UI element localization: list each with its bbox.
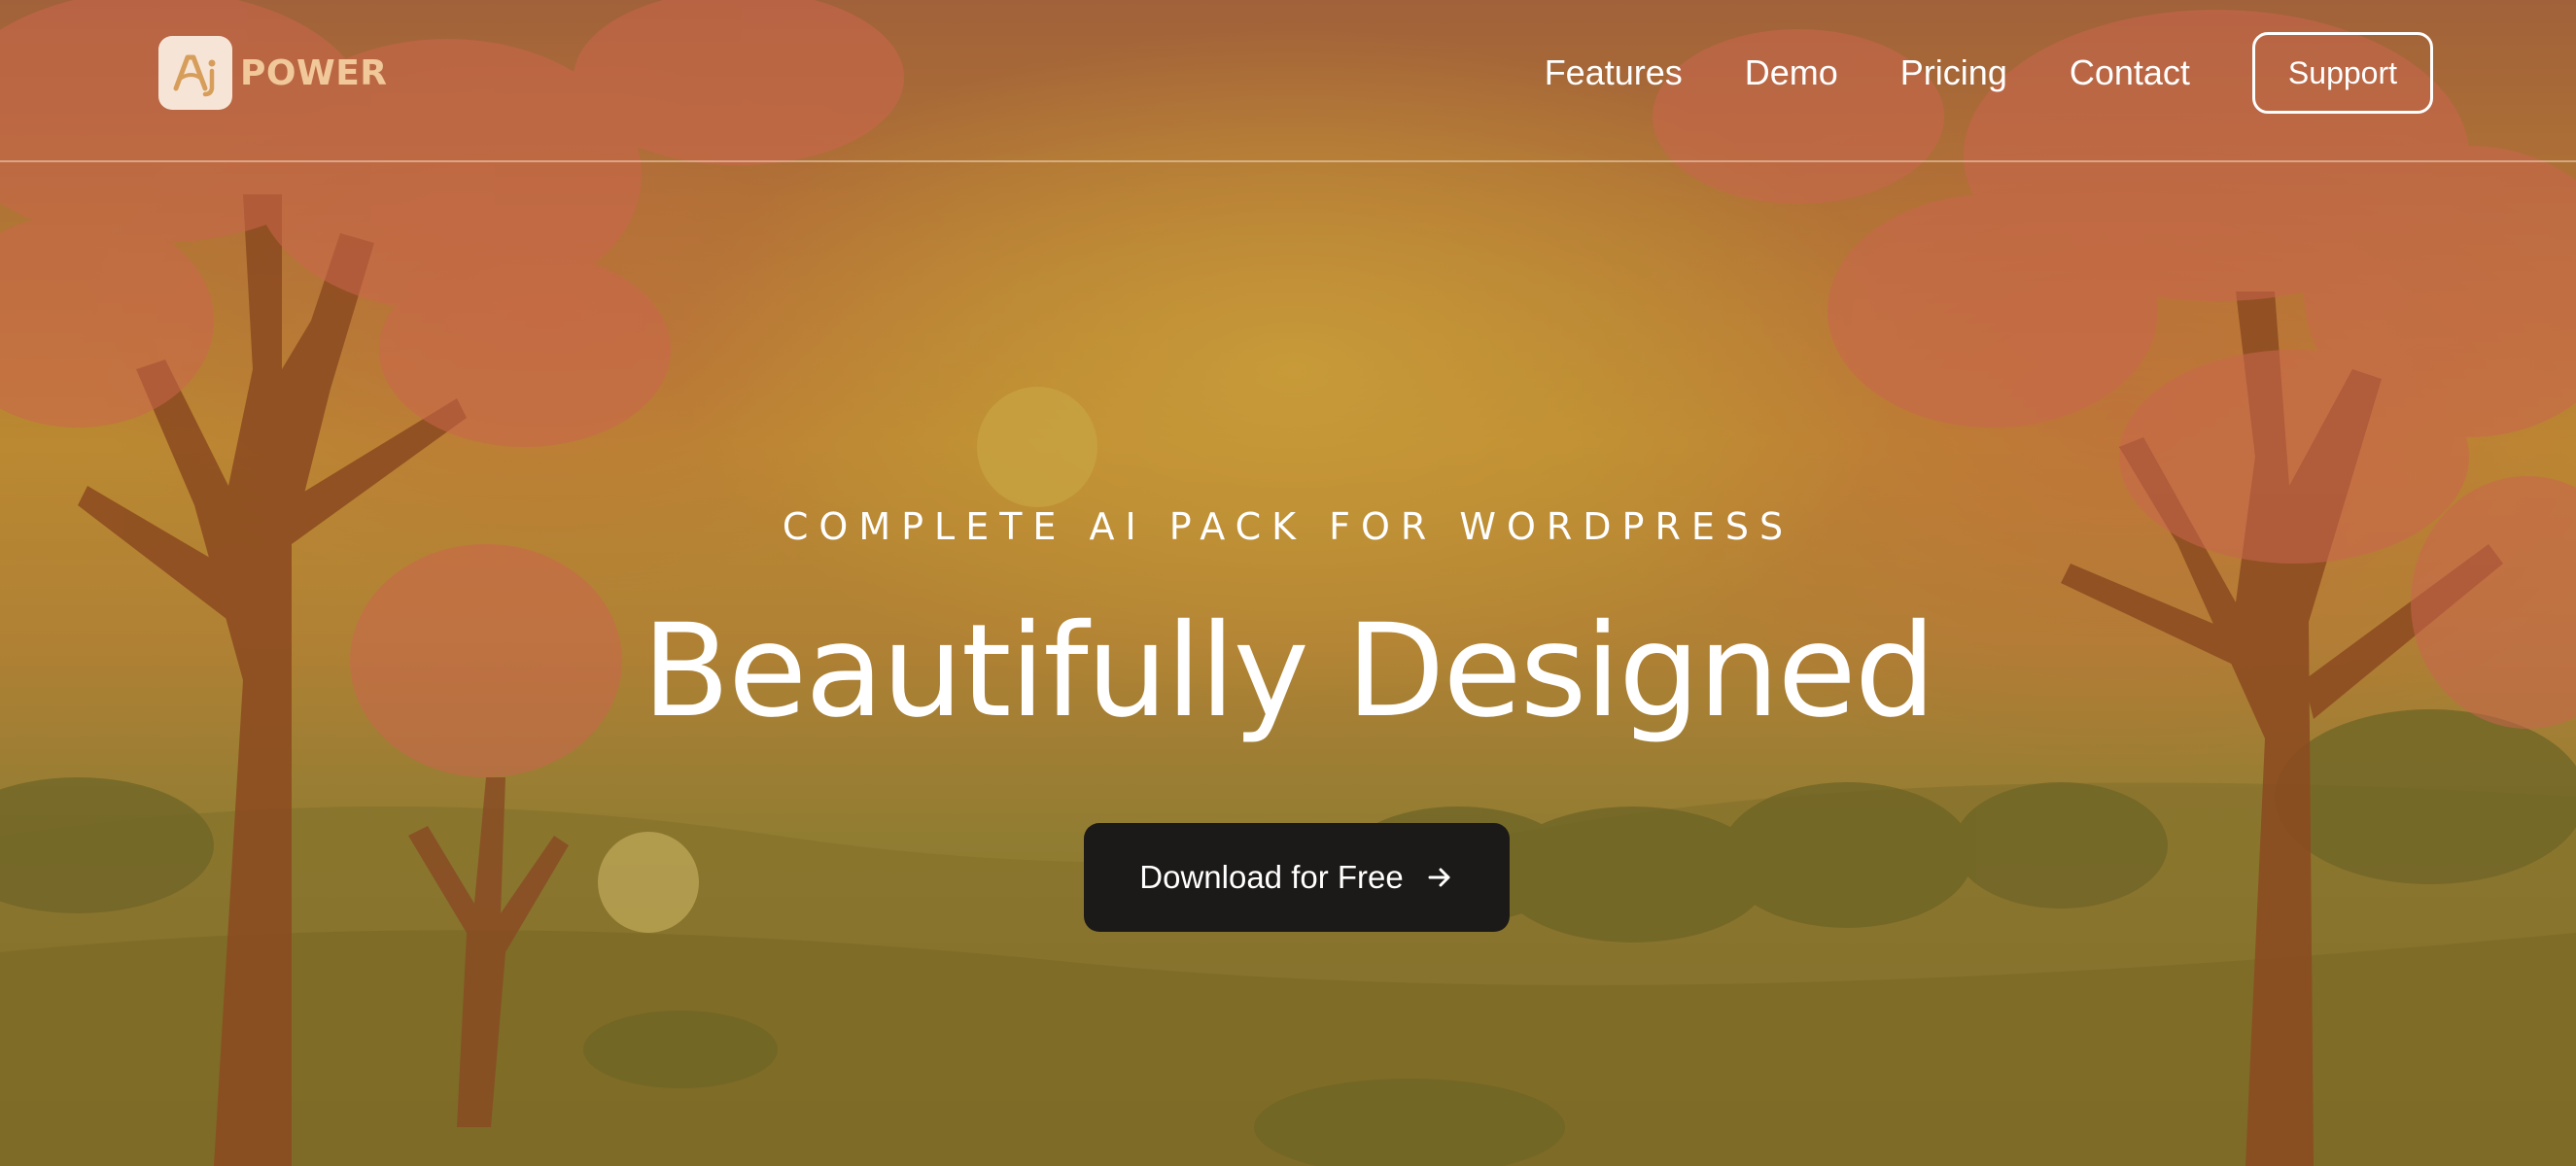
nav-contact[interactable]: Contact <box>2070 52 2190 93</box>
nav-demo[interactable]: Demo <box>1745 52 1838 93</box>
hero-eyebrow: COMPLETE AI PACK FOR WORDPRESS <box>782 505 1794 548</box>
arrow-right-icon <box>1425 863 1454 892</box>
logo-ai-icon <box>173 54 216 97</box>
site-header: POWER Features Demo Pricing Contact Supp… <box>0 0 2576 162</box>
download-button-label: Download for Free <box>1139 859 1404 895</box>
brand-logo[interactable]: POWER <box>158 36 388 110</box>
hero-section <box>0 0 2576 1166</box>
overlay-tint <box>0 0 2576 1166</box>
main-nav: Features Demo Pricing Contact Support <box>1545 32 2433 114</box>
download-button[interactable]: Download for Free <box>1084 823 1510 932</box>
hero-title: Beautifully Designed <box>642 597 1935 746</box>
nav-pricing[interactable]: Pricing <box>1900 52 2007 93</box>
support-button[interactable]: Support <box>2251 32 2433 114</box>
logo-mark <box>158 36 232 110</box>
brand-name: POWER <box>240 52 388 93</box>
nav-features[interactable]: Features <box>1545 52 1683 93</box>
